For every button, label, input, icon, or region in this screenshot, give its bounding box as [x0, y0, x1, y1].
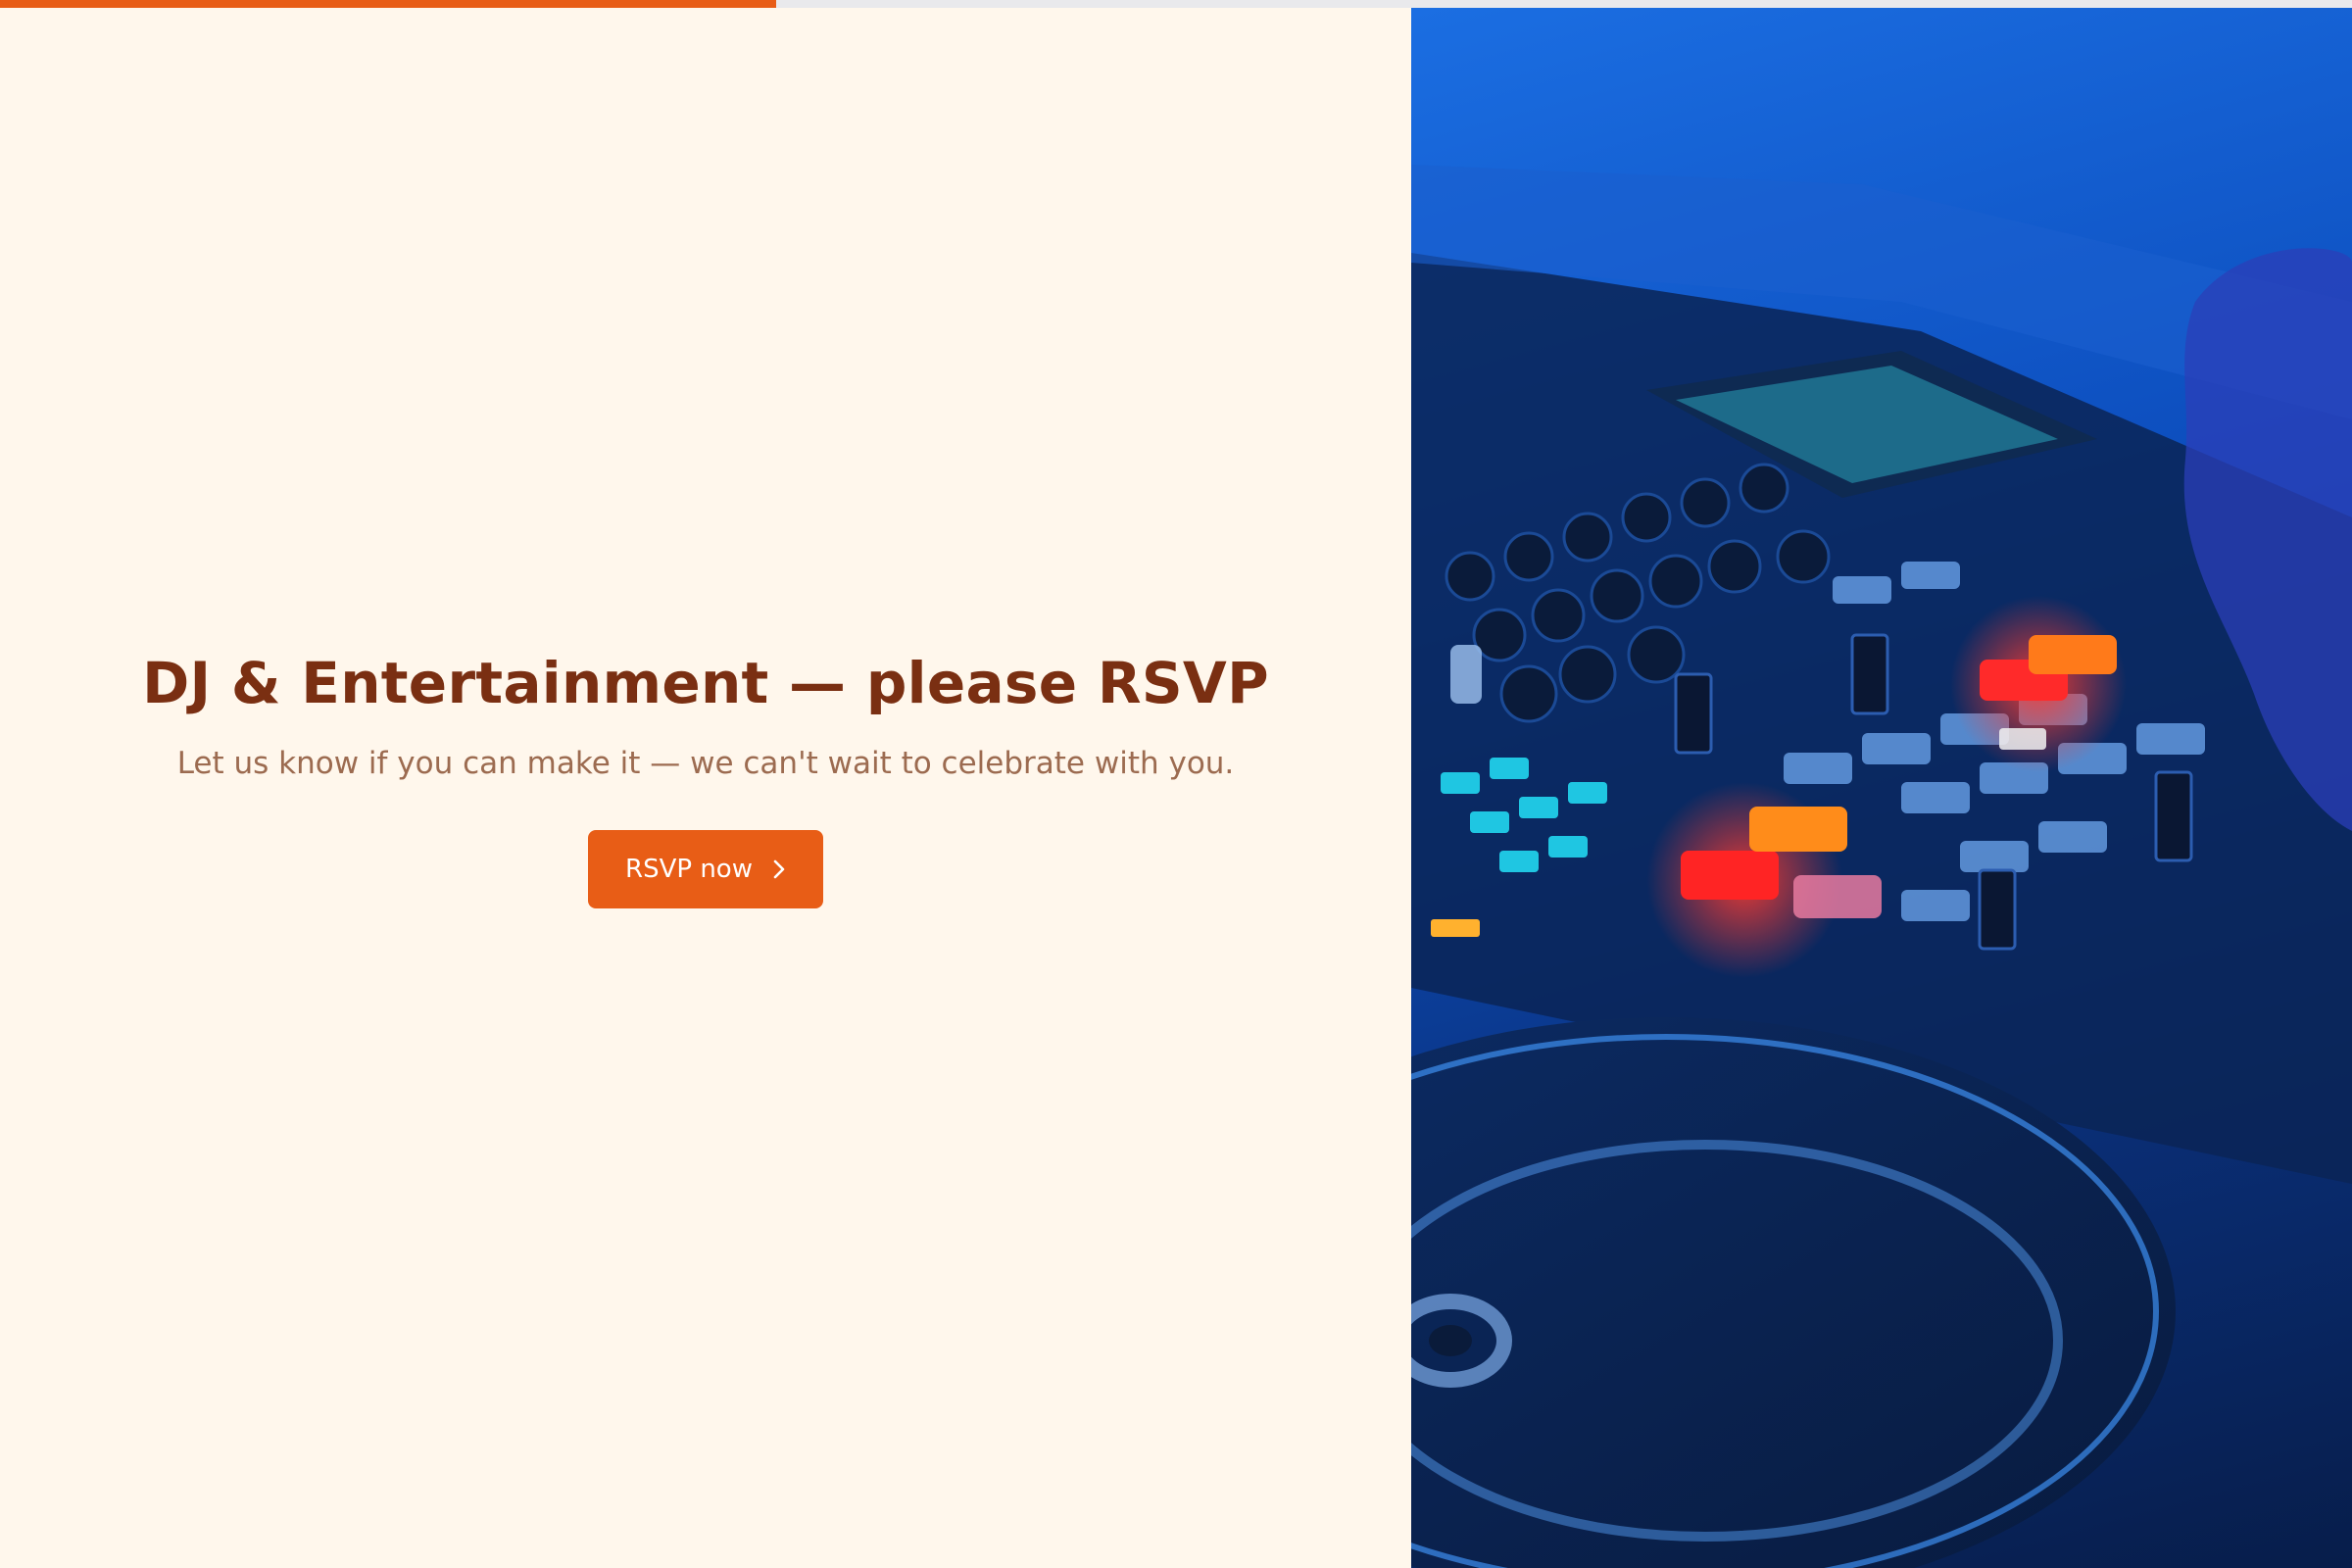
- dj-mixer-illustration: [1411, 165, 2352, 1568]
- hero-panel: DJ & Entertainment — please RSVP Let us …: [0, 8, 1411, 1568]
- page-subtitle: Let us know if you can make it — we can'…: [176, 745, 1235, 781]
- chevron-right-icon: [772, 858, 786, 880]
- page-title: DJ & Entertainment — please RSVP: [142, 650, 1269, 716]
- hero-content: DJ & Entertainment — please RSVP Let us …: [0, 650, 1411, 908]
- progress-bar: [0, 0, 2352, 8]
- rsvp-button-label: RSVP now: [625, 854, 753, 884]
- rsvp-button[interactable]: RSVP now: [588, 829, 823, 908]
- progress-bar-fill: [0, 0, 776, 8]
- dj-mixer-photo: [1411, 8, 2352, 1568]
